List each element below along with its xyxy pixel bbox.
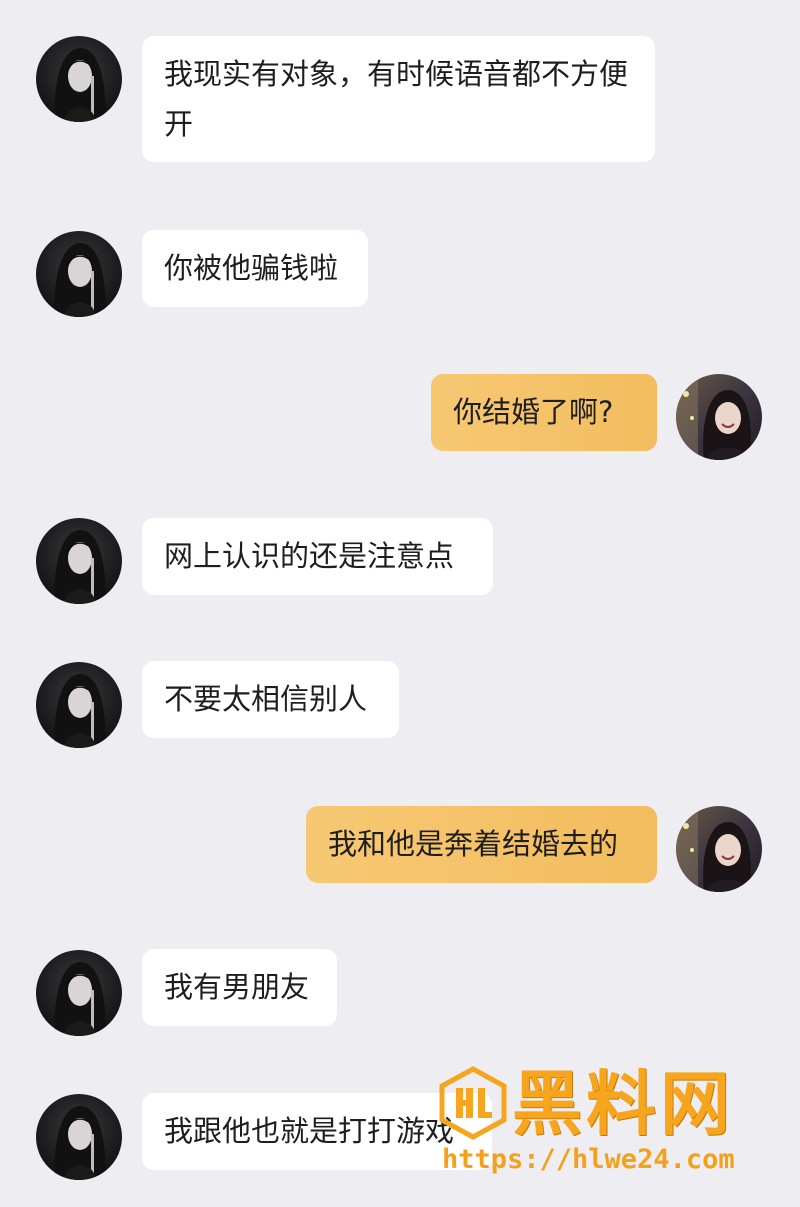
dark-haired-girl-avatar-icon xyxy=(36,518,122,604)
self-avatar[interactable] xyxy=(676,806,762,892)
message-bubble-incoming[interactable]: 我现实有对象，有时候语音都不方便开 xyxy=(142,36,655,162)
contact-avatar[interactable] xyxy=(36,950,122,1036)
watermark-url: https://hlwe24.com xyxy=(442,1144,735,1175)
dark-haired-girl-avatar-icon xyxy=(36,950,122,1036)
contact-avatar[interactable] xyxy=(36,231,122,317)
message-bubble-outgoing[interactable]: 你结婚了啊? xyxy=(431,374,657,451)
dark-haired-girl-avatar-icon xyxy=(36,231,122,317)
contact-avatar[interactable] xyxy=(36,518,122,604)
dark-haired-girl-avatar-icon xyxy=(36,1094,122,1180)
contact-avatar[interactable] xyxy=(36,1094,122,1180)
message-bubble-outgoing[interactable]: 我和他是奔着结婚去的 xyxy=(306,806,657,883)
watermark: 黑料网 https://hlwe24.com xyxy=(436,1062,776,1182)
dark-haired-girl-avatar-icon xyxy=(36,662,122,748)
hl-logo-icon xyxy=(439,1066,507,1140)
message-bubble-incoming[interactable]: 你被他骗钱啦 xyxy=(142,230,368,307)
watermark-title: 黑料网 xyxy=(512,1063,734,1145)
message-bubble-incoming[interactable]: 网上认识的还是注意点 xyxy=(142,518,493,595)
dark-haired-girl-avatar-icon xyxy=(36,36,122,122)
message-bubble-incoming[interactable]: 我有男朋友 xyxy=(142,949,337,1026)
self-avatar[interactable] xyxy=(676,374,762,460)
message-bubble-incoming[interactable]: 不要太相信别人 xyxy=(142,661,399,738)
smiling-girl-photo-avatar-icon xyxy=(676,806,762,892)
contact-avatar[interactable] xyxy=(36,36,122,122)
contact-avatar[interactable] xyxy=(36,662,122,748)
smiling-girl-photo-avatar-icon xyxy=(676,374,762,460)
